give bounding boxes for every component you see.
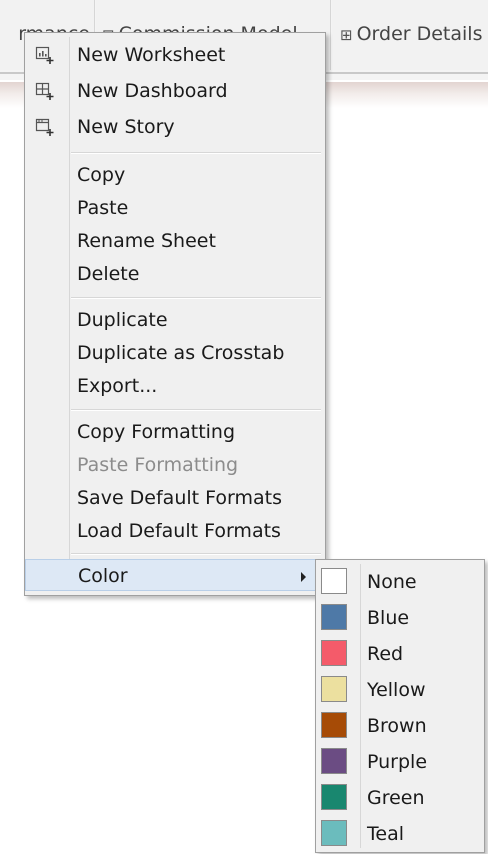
menu-item-label: Copy [77, 164, 126, 186]
color-option-label: Purple [367, 751, 428, 773]
menu-item-label: Save Default Formats [77, 487, 282, 509]
menu-item-save-default-formats[interactable]: Save Default Formats [25, 482, 325, 514]
menu-separator [71, 297, 321, 299]
menu-item-label: Paste [77, 197, 129, 219]
menu-item-label: New Story [77, 116, 175, 138]
color-option-label: Yellow [367, 679, 426, 701]
color-option-brown[interactable]: Brown [316, 708, 484, 744]
color-option-blue[interactable]: Blue [316, 600, 484, 636]
menu-separator [71, 409, 321, 411]
menu-item-color[interactable]: Color [25, 559, 325, 591]
color-swatch [321, 748, 347, 774]
grid-icon: ⊞ [340, 26, 353, 44]
color-swatch [321, 568, 347, 594]
menu-item-label: New Worksheet [77, 44, 226, 66]
menu-item-export[interactable]: Export... [25, 370, 325, 402]
sheet-context-menu: New Worksheet New Dashboard New Story Co… [24, 32, 326, 596]
menu-item-label: Duplicate as Crosstab [77, 342, 285, 364]
menu-item-label: New Dashboard [77, 80, 228, 102]
menu-item-label: Duplicate [77, 309, 168, 331]
color-submenu: None Blue Red Yellow Brown Purple Green … [315, 559, 485, 853]
menu-item-new-story[interactable]: New Story [25, 111, 325, 143]
menu-item-label: Copy Formatting [77, 421, 236, 443]
menu-item-copy-formatting[interactable]: Copy Formatting [25, 416, 325, 448]
color-option-yellow[interactable]: Yellow [316, 672, 484, 708]
color-swatch [321, 676, 347, 702]
menu-item-label: Rename Sheet [77, 230, 216, 252]
menu-item-paste-formatting: Paste Formatting [25, 449, 325, 481]
color-swatch [321, 712, 347, 738]
color-option-red[interactable]: Red [316, 636, 484, 672]
menu-item-label: Delete [77, 263, 140, 285]
new-worksheet-icon [35, 46, 54, 64]
menu-item-delete[interactable]: Delete [25, 258, 325, 290]
color-option-label: Brown [367, 715, 427, 737]
submenu-arrow-icon [301, 572, 306, 582]
new-dashboard-icon [35, 82, 54, 100]
menu-separator [71, 152, 321, 154]
menu-item-rename-sheet[interactable]: Rename Sheet [25, 225, 325, 257]
menu-item-label: Paste Formatting [77, 454, 239, 476]
color-swatch [321, 640, 347, 666]
color-option-label: Green [367, 787, 425, 809]
menu-item-new-worksheet[interactable]: New Worksheet [25, 39, 325, 71]
menu-item-copy[interactable]: Copy [25, 159, 325, 191]
color-swatch [321, 820, 347, 846]
menu-item-load-default-formats[interactable]: Load Default Formats [25, 515, 325, 547]
menu-item-duplicate-as-crosstab[interactable]: Duplicate as Crosstab [25, 337, 325, 369]
tab-order-details[interactable]: ⊞ Order Details [332, 0, 488, 70]
menu-item-paste[interactable]: Paste [25, 192, 325, 224]
menu-item-label: Export... [77, 375, 158, 397]
menu-separator [71, 553, 321, 555]
color-option-label: None [367, 571, 417, 593]
color-option-label: Red [367, 643, 404, 665]
new-story-icon [35, 118, 54, 136]
color-option-label: Teal [367, 823, 404, 845]
tab-label: Order Details [356, 23, 483, 45]
menu-item-duplicate[interactable]: Duplicate [25, 304, 325, 336]
menu-item-label: Load Default Formats [77, 520, 281, 542]
menu-item-label: Color [78, 565, 128, 587]
color-swatch [321, 604, 347, 630]
color-swatch [321, 784, 347, 810]
color-option-none[interactable]: None [316, 564, 484, 600]
color-option-purple[interactable]: Purple [316, 744, 484, 780]
color-option-teal[interactable]: Teal [316, 816, 484, 852]
color-option-label: Blue [367, 607, 410, 629]
color-option-green[interactable]: Green [316, 780, 484, 816]
menu-item-new-dashboard[interactable]: New Dashboard [25, 75, 325, 107]
